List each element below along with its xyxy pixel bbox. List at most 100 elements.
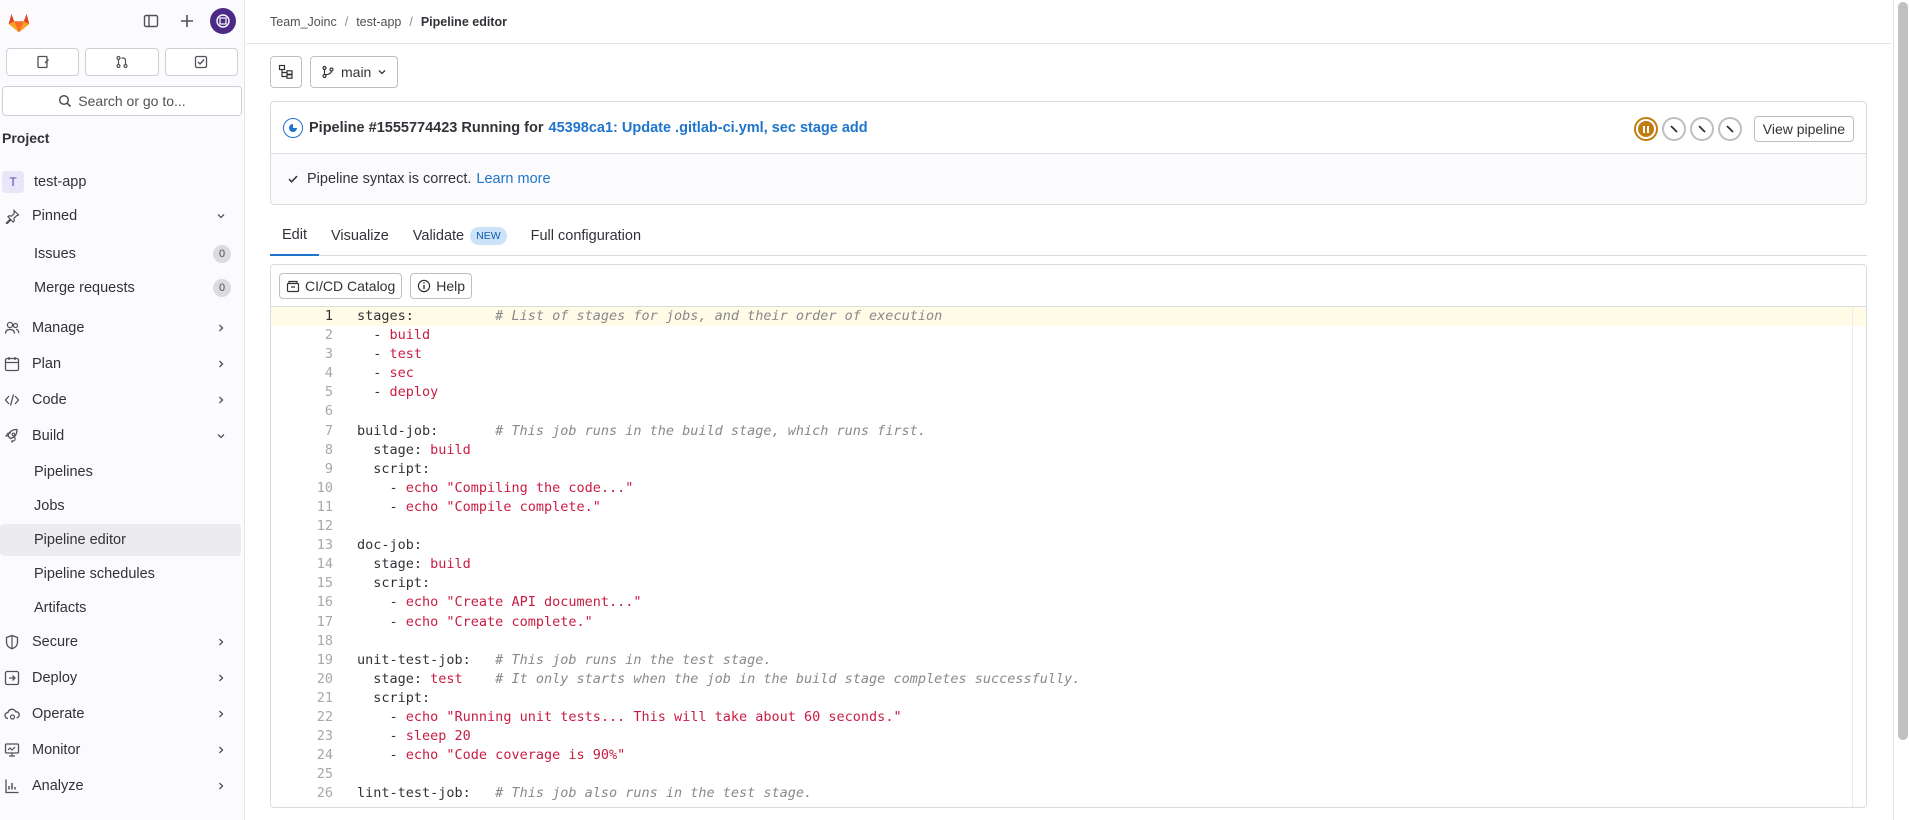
page-scrollbar[interactable] [1893, 0, 1909, 820]
chevron-right-icon [215, 781, 227, 791]
code-line[interactable]: 25 [271, 765, 1866, 784]
sidebar-item-build[interactable]: Build [0, 420, 241, 452]
tab-full-configuration[interactable]: Full configuration [519, 216, 653, 256]
code-line[interactable]: 5 - deploy [271, 383, 1866, 402]
code-line[interactable]: 8 stage: build [271, 441, 1866, 460]
branch-name: main [341, 64, 372, 80]
code-line[interactable]: 2 - build [271, 326, 1866, 345]
editor-scrollbar[interactable] [1852, 307, 1866, 807]
issues-counter-button[interactable] [6, 48, 80, 76]
tab-full-configuration-label: Full configuration [530, 228, 642, 244]
sidebar-item-plan[interactable]: Plan [0, 348, 241, 380]
branch-selector[interactable]: main [310, 56, 399, 88]
code-line[interactable]: 1 stages: # List of stages for jobs, and … [271, 307, 1866, 327]
running-status-icon[interactable] [283, 117, 303, 138]
code-line[interactable]: 13 doc-job: [271, 536, 1866, 555]
view-pipeline-button[interactable]: View pipeline [1753, 116, 1854, 142]
chevron-right-icon [215, 673, 227, 683]
code-line[interactable]: 17 - echo "Create complete." [271, 613, 1866, 632]
learn-more-link[interactable]: Learn more [476, 171, 550, 187]
sidebar-item-monitor[interactable]: Monitor [0, 734, 241, 766]
help-button[interactable]: Help [410, 272, 473, 299]
cloud-gear-icon [4, 706, 20, 722]
code-line[interactable]: 24 - echo "Code coverage is 90%" [271, 746, 1866, 765]
breadcrumb-separator: / [344, 14, 349, 29]
cicd-catalog-button[interactable]: CI/CD Catalog [279, 272, 403, 299]
tab-validate[interactable]: Validate NEW [401, 216, 519, 256]
breadcrumb-separator: / [409, 14, 413, 29]
line-number: 14 [316, 556, 333, 573]
sidebar-item-analyze[interactable]: Analyze [0, 770, 241, 802]
stage-skipped-icon[interactable] [1717, 117, 1742, 141]
file-tree-toggle-button[interactable] [270, 56, 302, 88]
todo-counter-button[interactable] [164, 48, 238, 76]
code-line[interactable]: 3 - test [271, 345, 1866, 364]
code-line[interactable]: 4 - sec [271, 364, 1866, 383]
page-scrollbar-thumb[interactable] [1898, 2, 1908, 740]
commit-link[interactable]: 45398ca1: Update .gitlab-ci.yml, sec sta… [549, 120, 868, 136]
sidebar-item-code[interactable]: Code [0, 384, 241, 416]
sidebar-item-manage[interactable]: Manage [0, 312, 241, 344]
code-line[interactable]: 20 stage: test # It only starts when the… [271, 670, 1866, 689]
tab-visualize[interactable]: Visualize [319, 216, 401, 256]
sidebar-item-operate[interactable]: Operate [0, 698, 241, 730]
code-line[interactable]: 10 - echo "Compiling the code..." [271, 479, 1866, 498]
line-number: 26 [316, 785, 333, 802]
breadcrumb-project[interactable]: test-app [356, 15, 401, 29]
code-line[interactable]: 23 - sleep 20 [271, 727, 1866, 746]
code-text: - echo "Create API document..." [357, 594, 642, 611]
code-line[interactable]: 7 build-job: # This job runs in the build… [271, 422, 1866, 441]
code-line[interactable]: 14 stage: build [271, 555, 1866, 574]
chevron-right-icon [215, 637, 227, 647]
sidebar-item-jobs[interactable]: Jobs [0, 490, 241, 522]
sidebar-item-pinned[interactable]: Pinned [0, 200, 241, 232]
code-line[interactable]: 19 unit-test-job: # This job runs in the … [271, 651, 1866, 670]
breadcrumb-group[interactable]: Team_Joinc [270, 15, 337, 29]
code-line[interactable]: 12 [271, 517, 1866, 536]
user-avatar[interactable] [210, 8, 236, 34]
sidebar-item-project[interactable]: T test-app [0, 166, 241, 198]
tab-validate-label: Validate [412, 228, 465, 244]
tab-edit[interactable]: Edit [270, 216, 319, 256]
code-line[interactable]: 26 lint-test-job: # This job also runs in… [271, 784, 1866, 803]
sidebar-item-deploy[interactable]: Deploy [0, 662, 241, 694]
code-area[interactable]: 1 stages: # List of stages for jobs, and … [271, 307, 1866, 807]
sidebar-item-pipeline-editor[interactable]: Pipeline editor [0, 524, 241, 556]
line-number: 24 [316, 747, 333, 764]
sidebar-item-pipelines[interactable]: Pipelines [0, 456, 241, 488]
sidebar-item-pipeline-schedules[interactable]: Pipeline schedules [0, 558, 241, 590]
sidebar-item-merge-requests[interactable]: Merge requests 0 [0, 272, 241, 304]
sidebar-header [0, 0, 244, 44]
code-line[interactable]: 6 [271, 402, 1866, 421]
code-line[interactable]: 18 [271, 632, 1866, 651]
search-button[interactable]: Search or go to... [2, 86, 242, 116]
line-number: 6 [324, 403, 333, 420]
sidebar-item-secure[interactable]: Secure [0, 626, 241, 658]
gitlab-logo-icon[interactable] [6, 9, 32, 35]
code-text: unit-test-job: # This job runs in the te… [357, 651, 772, 668]
stage-paused-icon[interactable] [1633, 117, 1658, 141]
sidebar-toggle-icon[interactable] [138, 8, 164, 34]
stage-skipped-icon[interactable] [1689, 117, 1714, 141]
stage-skipped-icon[interactable] [1661, 117, 1686, 141]
code-line[interactable]: 22 - echo "Running unit tests... This wi… [271, 708, 1866, 727]
code-line[interactable]: 9 script: [271, 460, 1866, 479]
sidebar-item-artifacts[interactable]: Artifacts [0, 592, 241, 624]
breadcrumb-current[interactable]: Pipeline editor [421, 15, 507, 29]
code-line[interactable]: 15 script: [271, 574, 1866, 593]
sidebar-item-issues[interactable]: Issues 0 [0, 238, 241, 270]
code-line[interactable]: 16 - echo "Create API document..." [271, 593, 1866, 612]
code-editor[interactable]: CI/CD Catalog Help 1 stages: # List of st… [270, 264, 1867, 808]
merge-requests-counter-button[interactable] [85, 48, 159, 76]
code-line[interactable]: 21 script: [271, 689, 1866, 708]
line-number: 3 [324, 346, 333, 363]
project-name: test-app [34, 174, 87, 190]
code-line[interactable]: 11 - echo "Compile complete." [271, 498, 1866, 517]
plus-icon[interactable] [174, 8, 200, 34]
pipeline-syntax-row: Pipeline syntax is correct. Learn more [271, 154, 1866, 204]
plan-label: Plan [32, 356, 62, 372]
code-label: Code [32, 392, 67, 408]
manage-label: Manage [32, 320, 85, 336]
build-label: Build [32, 428, 65, 444]
